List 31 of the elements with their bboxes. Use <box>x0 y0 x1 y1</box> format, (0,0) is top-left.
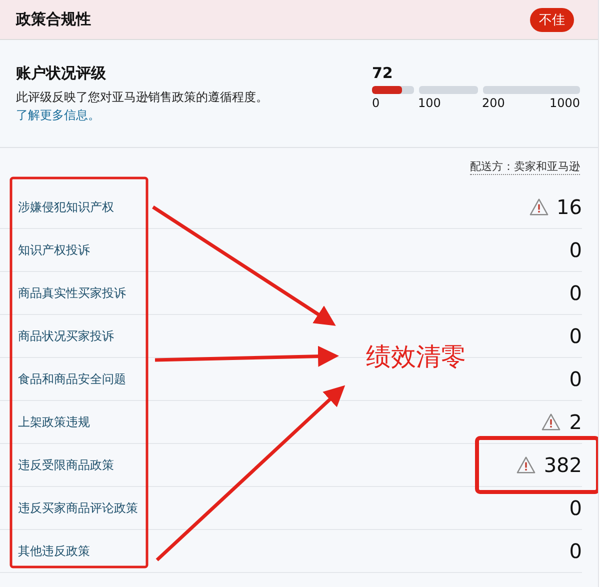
annotation-text: 绩效清零 <box>366 341 466 373</box>
scale-label: 100 <box>418 96 441 110</box>
score-bar <box>419 86 478 94</box>
violation-count: 2 <box>569 410 582 434</box>
violation-count: 16 <box>556 195 582 219</box>
scale-label: 200 <box>482 96 505 110</box>
status-badge: 不佳 <box>530 8 574 32</box>
violation-count: 0 <box>569 496 582 520</box>
score-value: 72 <box>372 64 394 84</box>
policy-link[interactable]: 知识产权投诉 <box>18 242 90 258</box>
policy-link[interactable]: 其他违反政策 <box>18 542 90 560</box>
scale-label: 1000 <box>549 96 580 110</box>
policy-link[interactable]: 涉嫌侵犯知识产权 <box>18 198 114 216</box>
violation-count: 382 <box>544 453 582 477</box>
rating-description: 此评级反映了您对亚马逊销售政策的遵循程度。 了解更多信息。 <box>16 89 269 124</box>
violation-count: 0 <box>569 281 582 305</box>
policy-link[interactable]: 商品状况买家投诉 <box>18 328 114 344</box>
policy-link[interactable]: 食品和商品安全问题 <box>18 370 126 388</box>
violation-count: 0 <box>569 539 582 563</box>
learn-more-link[interactable]: 了解更多信息。 <box>16 108 100 122</box>
violation-count: 0 <box>569 367 582 391</box>
scale-label: 0 <box>372 96 380 110</box>
rating-title: 账户状况评级 <box>16 64 107 83</box>
policy-link[interactable]: 违反受限商品政策 <box>18 456 114 474</box>
violation-count: 0 <box>569 238 582 262</box>
fulfillment-label: 配送方：卖家和亚马逊 <box>470 159 580 175</box>
policy-link[interactable]: 上架政策违规 <box>18 414 90 430</box>
policy-link[interactable]: 违反买家商品评论政策 <box>18 500 138 516</box>
violation-count: 0 <box>569 324 582 348</box>
policy-link[interactable]: 商品真实性买家投诉 <box>18 284 126 302</box>
section-title: 政策合规性 <box>16 10 91 29</box>
